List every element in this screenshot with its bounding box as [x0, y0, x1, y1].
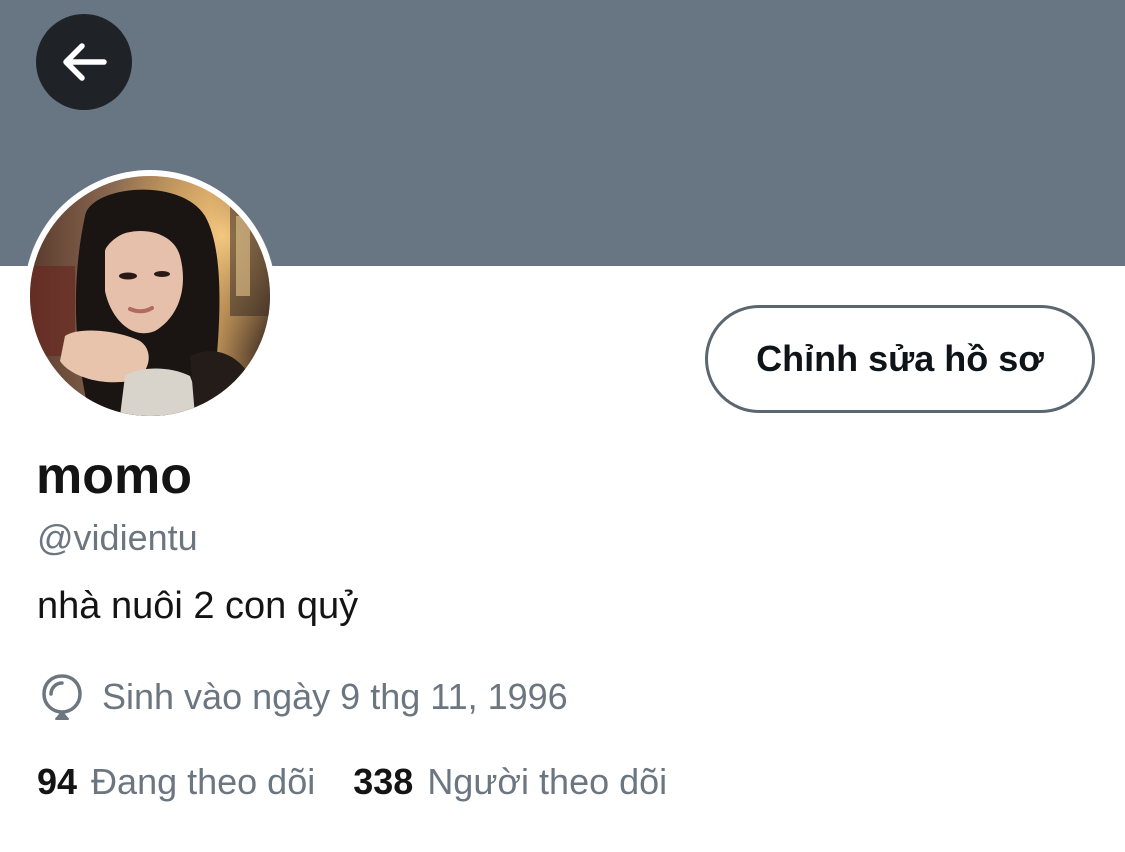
- back-button[interactable]: [36, 14, 132, 110]
- display-name: momo: [36, 447, 192, 505]
- balloon-icon: [42, 674, 82, 720]
- following-link[interactable]: 94 Đang theo dõi: [37, 762, 315, 802]
- profile-bio: nhà nuôi 2 con quỷ: [37, 585, 359, 627]
- followers-link[interactable]: 338 Người theo dõi: [353, 762, 667, 802]
- birthday-info: Sinh vào ngày 9 thg 11, 1996: [40, 672, 568, 722]
- birthday-text: Sinh vào ngày 9 thg 11, 1996: [102, 676, 568, 718]
- arrow-left-icon: [63, 43, 107, 81]
- following-count: 94: [37, 761, 78, 802]
- follow-stats: 94 Đang theo dõi 338 Người theo dõi: [37, 762, 667, 802]
- edit-profile-button[interactable]: Chỉnh sửa hồ sơ: [705, 305, 1095, 413]
- following-label: Đang theo dõi: [91, 761, 316, 802]
- user-handle: @vidientu: [37, 517, 198, 558]
- avatar-photo: [30, 176, 270, 416]
- followers-label: Người theo dõi: [427, 761, 668, 802]
- followers-count: 338: [353, 761, 414, 802]
- avatar[interactable]: [24, 170, 276, 422]
